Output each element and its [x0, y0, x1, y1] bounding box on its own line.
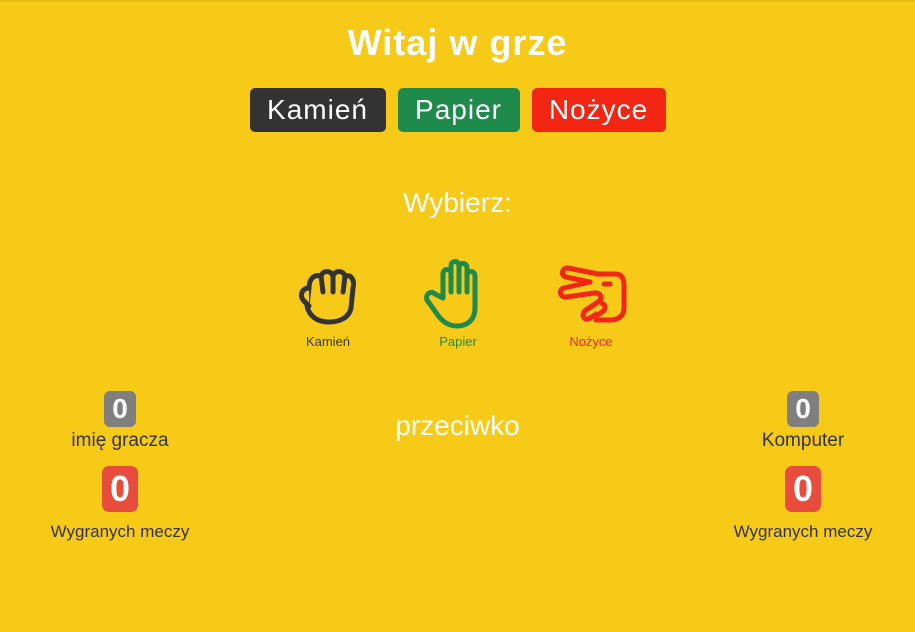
computer-wins-label: Wygranych meczy [733, 522, 873, 541]
computer-wins-badge: 0 [785, 466, 821, 512]
choice-rock[interactable]: Kamień [278, 258, 378, 349]
player-panel: 0 imię gracza 0 Wygranych meczy [20, 391, 220, 542]
open-hand-icon [424, 259, 478, 329]
game-page: Witaj w grze Kamień Papier Nożyce Wybier… [0, 0, 915, 632]
fist-icon [298, 269, 356, 325]
computer-panel: 0 Komputer 0 Wygranych meczy [703, 391, 903, 542]
paper-button[interactable]: Papier [397, 88, 520, 132]
player-score-badge: 0 [104, 391, 136, 427]
page-title: Witaj w grze [347, 22, 568, 63]
choice-paper-label: Papier [439, 334, 477, 349]
player-name: imię gracza [71, 430, 169, 451]
player-wins-badge: 0 [102, 466, 138, 512]
scissors-button[interactable]: Nożyce [531, 88, 666, 132]
choice-paper[interactable]: Papier [408, 258, 508, 349]
choice-rock-label: Kamień [305, 334, 351, 349]
choose-prompt: Wybierz: [403, 187, 512, 218]
computer-score-badge: 0 [787, 391, 819, 427]
choice-buttons: Kamień Papier Nożyce [0, 88, 915, 132]
computer-name: Komputer [761, 430, 845, 451]
player-wins-label: Wygranych meczy [50, 522, 190, 541]
rock-button[interactable]: Kamień [249, 88, 386, 132]
scissors-hand-icon [557, 265, 627, 323]
choice-scissors-label: Nożyce [569, 334, 613, 349]
choice-scissors[interactable]: Nożyce [541, 258, 641, 349]
